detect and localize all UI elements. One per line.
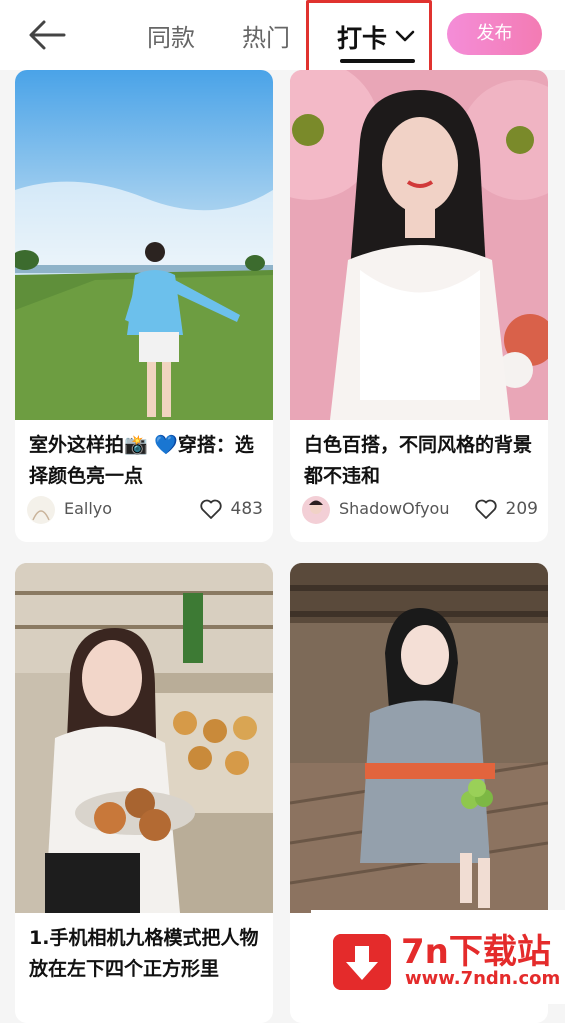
watermark-brand: 7n下载站 [401, 932, 551, 972]
site-watermark: 7n下载站 www.7ndn.com [311, 910, 565, 1004]
post-meta: ShadowOfyou 209 [302, 496, 538, 526]
download-icon [333, 934, 391, 990]
author-name[interactable]: Eallyo [64, 499, 112, 518]
tab-same-style[interactable]: 同款 [147, 18, 195, 53]
post-card[interactable]: 白色百搭，不同风格的背景都不违和 ShadowOfyou 209 [290, 70, 548, 542]
tab-hot[interactable]: 热门 [242, 18, 290, 53]
avatar[interactable] [302, 496, 330, 524]
top-bar: 同款 热门 打卡 发布 [0, 0, 565, 75]
avatar[interactable] [27, 496, 55, 524]
tab-checkin-label: 打卡 [337, 24, 388, 53]
active-tab-indicator [340, 59, 415, 63]
like-count: 483 [230, 499, 263, 519]
post-card[interactable]: 1.手机相机九格模式把人物放在左下四个正方形里 [15, 563, 273, 1023]
post-photo [290, 563, 548, 913]
author-name[interactable]: ShadowOfyou [339, 499, 449, 518]
post-photo [15, 70, 273, 420]
post-photo [290, 70, 548, 420]
post-meta: Eallyo 483 [27, 496, 263, 526]
watermark-url: www.7ndn.com [405, 968, 561, 989]
post-photo [15, 563, 273, 913]
post-title: 室外这样拍📸 💙穿搭：选择颜色亮一点 [29, 434, 254, 487]
tab-checkin[interactable]: 打卡 [306, 0, 432, 75]
post-title: 白色百搭，不同风格的背景都不违和 [304, 434, 533, 487]
publish-button[interactable]: 发布 [447, 13, 542, 55]
chevron-down-icon [395, 30, 415, 42]
heart-icon[interactable] [199, 498, 223, 520]
back-arrow-icon[interactable] [26, 18, 68, 52]
heart-icon[interactable] [474, 498, 498, 520]
post-title: 1.手机相机九格模式把人物放在左下四个正方形里 [29, 927, 259, 980]
like-count: 209 [505, 499, 538, 519]
post-card[interactable]: 室外这样拍📸 💙穿搭：选择颜色亮一点 Eallyo 483 [15, 70, 273, 542]
